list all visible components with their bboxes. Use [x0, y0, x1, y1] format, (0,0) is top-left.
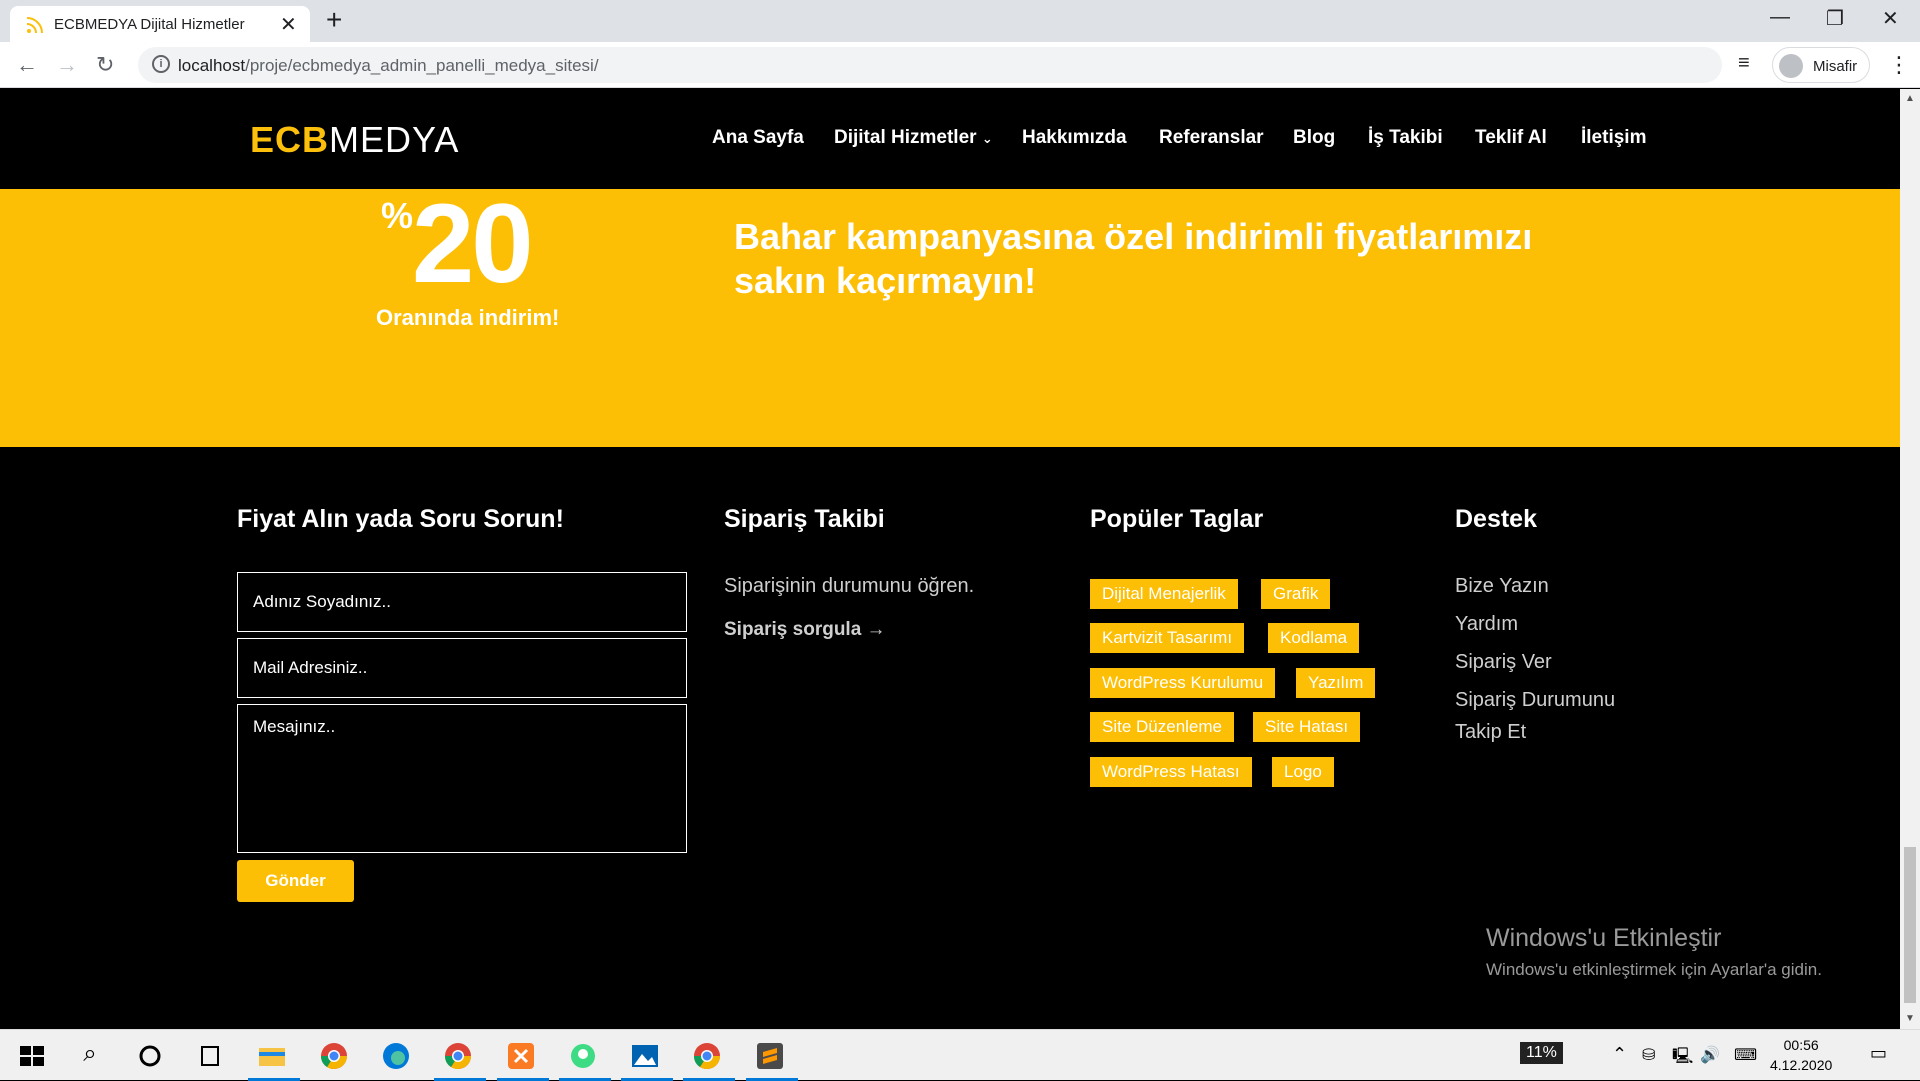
forward-icon[interactable]: →: [56, 52, 78, 78]
tag-item[interactable]: Site Düzenleme: [1090, 712, 1235, 742]
file-explorer-icon[interactable]: [256, 1040, 288, 1072]
restore-icon[interactable]: ❐: [1826, 6, 1844, 31]
maps-icon[interactable]: [567, 1040, 599, 1072]
keyboard-icon[interactable]: ⌨: [1734, 1045, 1766, 1077]
search-icon[interactable]: ⌕: [74, 1040, 106, 1072]
media-icon[interactable]: ≡: [1738, 52, 1750, 75]
volume-icon[interactable]: 🔊: [1700, 1045, 1732, 1077]
promo-number: 20: [412, 181, 534, 306]
tag-item[interactable]: Logo: [1272, 757, 1334, 787]
battery-indicator[interactable]: 11%: [1520, 1042, 1563, 1064]
logo-medya: MEDYA: [329, 119, 460, 160]
browser-tab-strip: ECBMEDYA Dijital Hizmetler ✕ + — ❐ ✕: [0, 0, 1920, 42]
chrome-icon[interactable]: [442, 1040, 474, 1072]
update-icon[interactable]: ⛁: [1642, 1045, 1674, 1077]
cortana-icon[interactable]: [134, 1040, 166, 1072]
nav-job-tracking[interactable]: İş Takibi: [1368, 127, 1443, 149]
chevron-down-icon: ⌄: [981, 131, 993, 146]
site-header: ECBMEDYA Ana Sayfa Dijital Hizmetler ⌄ H…: [0, 89, 1900, 189]
task-view-icon[interactable]: [194, 1040, 226, 1072]
notification-icon[interactable]: ▭: [1870, 1043, 1902, 1075]
close-icon[interactable]: ✕: [280, 12, 297, 37]
windows-activation-text: Windows'u etkinleştirmek için Ayarlar'a …: [1486, 960, 1822, 979]
scroll-up-icon[interactable]: ▲: [1905, 93, 1915, 104]
nav-references[interactable]: Referanslar: [1159, 127, 1264, 149]
reload-icon[interactable]: ↻: [96, 52, 114, 78]
info-icon[interactable]: i: [152, 55, 170, 73]
tab-title: ECBMEDYA Dijital Hizmetler: [54, 16, 245, 33]
profile-button[interactable]: Misafir: [1772, 47, 1870, 83]
back-icon[interactable]: ←: [16, 52, 38, 78]
clock-time: 00:56: [1783, 1037, 1819, 1053]
nav-about[interactable]: Hakkımızda: [1022, 127, 1127, 149]
order-text: Siparişinin durumunu öğren.: [724, 575, 975, 597]
tag-item[interactable]: Kartvizit Tasarımı: [1090, 623, 1245, 653]
nav-get-quote[interactable]: Teklif Al: [1475, 127, 1547, 149]
windows-start-icon[interactable]: [16, 1040, 48, 1072]
address-toolbar: ← → ↻ i localhost/proje/ecbmedya_admin_p…: [0, 42, 1920, 88]
nav-home[interactable]: Ana Sayfa: [712, 127, 804, 149]
page-viewport: ECBMEDYA Ana Sayfa Dijital Hizmetler ⌄ H…: [0, 89, 1900, 1029]
tag-item[interactable]: Grafik: [1261, 579, 1331, 609]
rss-icon: [26, 17, 43, 34]
avatar-icon: [1779, 54, 1803, 78]
promo-banner: % 20 Oranında indirim! Bahar kampanyasın…: [0, 181, 1900, 447]
promo-subtitle: Oranında indirim!: [376, 305, 560, 330]
site-logo[interactable]: ECBMEDYA: [250, 119, 459, 161]
tag-item[interactable]: Yazılım: [1296, 668, 1376, 698]
url-text: localhost/proje/ecbmedya_admin_panelli_m…: [178, 56, 599, 76]
promo-percent-sign: %: [381, 195, 414, 236]
chrome-icon[interactable]: [318, 1040, 350, 1072]
promo-text: Bahar kampanyasına özel indirimli fiyatl…: [734, 216, 1533, 301]
order-heading: Sipariş Takibi: [724, 505, 885, 533]
tag-item[interactable]: Dijital Menajerlik: [1090, 579, 1238, 609]
url-host: localhost: [178, 56, 246, 75]
email-field[interactable]: Mail Adresiniz..: [237, 638, 687, 698]
xampp-icon[interactable]: [505, 1040, 537, 1072]
submit-button[interactable]: Gönder: [237, 860, 354, 902]
support-link[interactable]: Bize Yazın: [1455, 570, 1549, 602]
chevron-up-icon[interactable]: ⌃: [1612, 1044, 1644, 1076]
tag-item[interactable]: Site Hatası: [1253, 712, 1361, 742]
support-heading: Destek: [1455, 505, 1537, 533]
system-clock[interactable]: 00:56 4.12.2020: [1770, 1035, 1832, 1075]
photos-icon[interactable]: [629, 1040, 661, 1072]
chrome-icon[interactable]: [691, 1040, 723, 1072]
form-heading: Fiyat Alın yada Soru Sorun!: [237, 505, 564, 533]
tags-heading: Popüler Taglar: [1090, 505, 1264, 533]
tag-item[interactable]: Kodlama: [1268, 623, 1360, 653]
windows-taskbar: ⌕ 11% ⌃ ⛁ 🖳 🔊 ⌨ 00:56 4.12.2020 ▭: [0, 1029, 1920, 1081]
windows-activation-title: Windows'u Etkinleştir: [1486, 924, 1722, 952]
name-input[interactable]: Adınız Soyadınız..: [237, 572, 687, 632]
scroll-down-icon[interactable]: ▼: [1905, 1013, 1915, 1024]
support-link[interactable]: Sipariş Durumunu Takip Et: [1455, 684, 1645, 748]
browser-tab[interactable]: ECBMEDYA Dijital Hizmetler ✕: [10, 6, 310, 42]
support-link[interactable]: Yardım: [1455, 608, 1518, 640]
plus-icon[interactable]: +: [326, 4, 342, 36]
profile-name: Misafir: [1813, 58, 1858, 75]
tag-item[interactable]: WordPress Kurulumu: [1090, 668, 1276, 698]
scroll-thumb[interactable]: [1904, 847, 1916, 1003]
nav-digital-services-label: Dijital Hizmetler: [834, 127, 977, 148]
order-query-link[interactable]: Sipariş sorgula →: [724, 619, 886, 641]
tag-item[interactable]: WordPress Hatası: [1090, 757, 1252, 787]
nav-digital-services[interactable]: Dijital Hizmetler ⌄: [834, 127, 993, 149]
minimize-icon[interactable]: —: [1770, 6, 1790, 29]
clock-date: 4.12.2020: [1770, 1057, 1833, 1073]
message-textarea[interactable]: Mesajınız..: [237, 704, 687, 853]
edge-icon[interactable]: [380, 1040, 412, 1072]
nav-contact[interactable]: İletişim: [1581, 127, 1646, 149]
url-path: /proje/ecbmedya_admin_panelli_medya_site…: [245, 56, 599, 75]
support-link[interactable]: Sipariş Ver: [1455, 646, 1552, 678]
nav-blog[interactable]: Blog: [1293, 127, 1335, 149]
window-close-icon[interactable]: ✕: [1882, 6, 1899, 31]
kebab-menu-icon[interactable]: ⋮: [1888, 52, 1910, 78]
sublime-text-icon[interactable]: [754, 1040, 786, 1072]
page-scrollbar[interactable]: ▲ ▼: [1900, 89, 1920, 1029]
logo-ecb: ECB: [250, 119, 330, 160]
url-input[interactable]: i localhost/proje/ecbmedya_admin_panelli…: [138, 47, 1722, 83]
